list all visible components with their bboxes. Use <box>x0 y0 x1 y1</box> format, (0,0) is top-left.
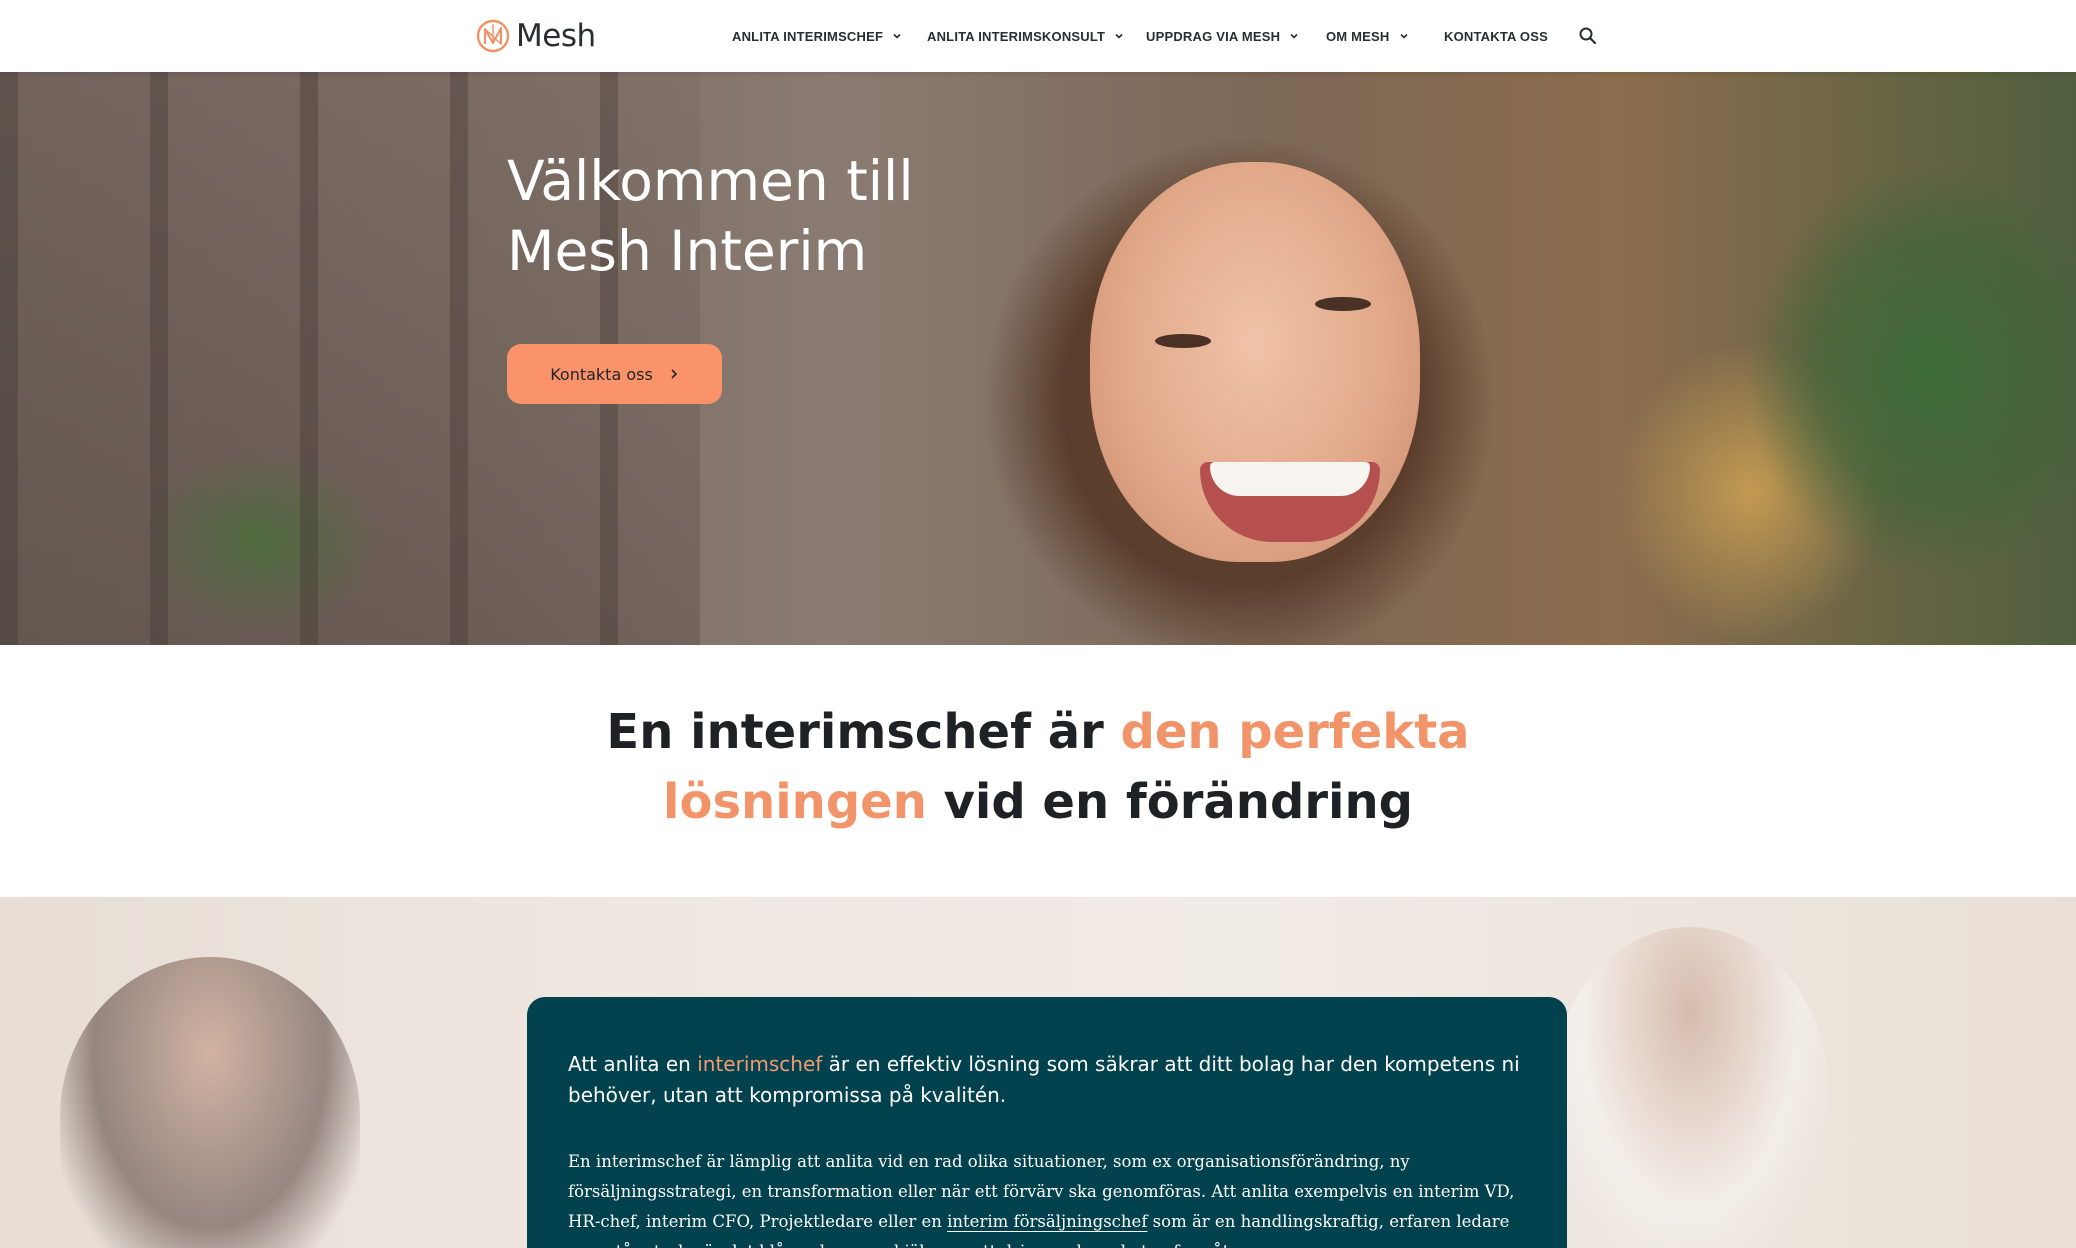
hero-portrait-detail <box>1155 334 1211 348</box>
chevron-down-icon <box>1290 33 1298 39</box>
card-body: En interimschef är lämplig att anlita vi… <box>568 1147 1533 1248</box>
nav-anlita-interimschef[interactable]: ANLITA INTERIMSCHEF <box>732 27 902 45</box>
chevron-right-icon <box>671 369 677 379</box>
hero-section <box>0 72 2076 645</box>
chevron-down-icon <box>1399 33 1408 39</box>
nav-om-mesh[interactable]: OM MESH <box>1326 27 1409 45</box>
nav-label: OM MESH <box>1326 28 1390 44</box>
lead-accent: interimschef <box>697 1052 823 1076</box>
section-headline: En interimschef är den perfekta lösninge… <box>488 697 1588 837</box>
nav-label: KONTAKTA OSS <box>1444 28 1548 44</box>
search-icon[interactable] <box>1577 25 1599 47</box>
headline-text: En interimschef är <box>606 704 1121 760</box>
background-photo-person <box>1550 927 1830 1248</box>
background-photo-person <box>60 957 360 1248</box>
site-header: Mesh ANLITA INTERIMSCHEF ANLITA INTERIMS… <box>0 0 2076 72</box>
main-nav: ANLITA INTERIMSCHEF ANLITA INTERIMSKONSU… <box>0 0 2076 72</box>
card-lead: Att anlita en interimschef är en effekti… <box>568 1049 1528 1111</box>
nav-uppdrag-via-mesh[interactable]: UPPDRAG VIA MESH <box>1146 27 1299 45</box>
cta-label: Kontakta oss <box>550 364 653 384</box>
hero-title: Välkommen till Mesh Interim <box>507 149 914 283</box>
chevron-down-icon <box>1115 33 1123 39</box>
nav-label: ANLITA INTERIMSCHEF <box>732 28 884 44</box>
chevron-down-icon <box>893 33 901 39</box>
interim-forsaljningschef-link[interactable]: interim försäljningschef <box>947 1212 1147 1231</box>
nav-anlita-interimskonsult[interactable]: ANLITA INTERIMSKONSULT <box>927 27 1124 45</box>
headline-text: vid en förändring <box>926 774 1413 830</box>
nav-label: UPPDRAG VIA MESH <box>1146 28 1281 44</box>
nav-label: ANLITA INTERIMSKONSULT <box>927 28 1106 44</box>
hero-portrait-detail <box>1315 297 1371 311</box>
contact-cta-button[interactable]: Kontakta oss <box>507 344 722 404</box>
lead-text: Att anlita en <box>568 1052 698 1076</box>
info-card: Att anlita en interimschef är en effekti… <box>527 997 1567 1248</box>
hero-portrait-detail <box>1210 462 1370 496</box>
nav-kontakta-oss[interactable]: KONTAKTA OSS <box>1444 27 1548 45</box>
